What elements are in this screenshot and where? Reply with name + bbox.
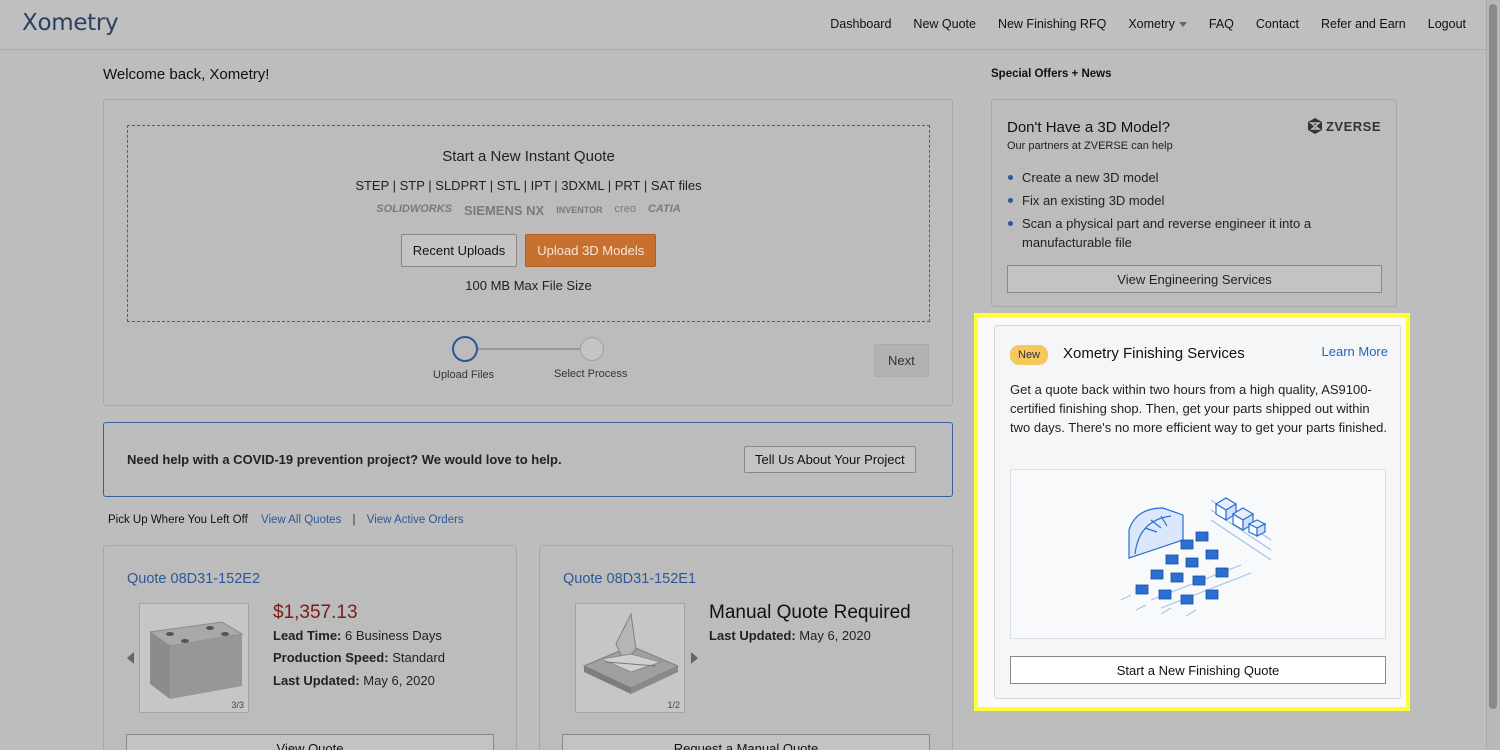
step-select-process-indicator [580, 337, 604, 361]
thumbnail-counter: 3/3 [231, 700, 244, 710]
instant-quote-title: Start a New Instant Quote [442, 148, 615, 165]
bracket-part-icon [582, 612, 680, 694]
creo-logo: creo [614, 203, 636, 215]
nav-xometry-label: Xometry [1128, 17, 1175, 31]
list-item: Create a new 3D model [1007, 168, 1347, 187]
lead-time-label: Lead Time: [273, 628, 342, 643]
nav-faq[interactable]: FAQ [1209, 17, 1234, 31]
step-upload-files-label: Upload Files [433, 369, 495, 381]
lead-time-value: 6 Business Days [345, 628, 442, 643]
quote-card: Quote 08D31-152E2 3/3 $1,357.13 Lead Tim… [103, 545, 517, 750]
pickup-label: Pick Up Where You Left Off [108, 514, 248, 526]
file-dropzone[interactable]: Start a New Instant Quote STEP | STP | S… [127, 125, 930, 322]
upload-buttons: Recent Uploads Upload 3D Models [128, 234, 929, 267]
quote-id-link[interactable]: Quote 08D31-152E2 [127, 571, 260, 587]
next-button[interactable]: Next [874, 344, 929, 377]
nav-contact[interactable]: Contact [1256, 17, 1299, 31]
max-file-size: 100 MB Max File Size [465, 278, 592, 293]
page-scrollbar[interactable] [1486, 0, 1500, 750]
supported-formats: STEP | STP | SLDPRT | STL | IPT | 3DXML … [355, 178, 702, 193]
finishing-services-card: New Xometry Finishing Services Learn Mor… [994, 325, 1401, 699]
pickup-row: Pick Up Where You Left Off View All Quot… [108, 514, 464, 526]
part-thumbnail[interactable]: 3/3 [139, 603, 249, 713]
view-all-quotes-link[interactable]: View All Quotes [261, 514, 341, 526]
learn-more-link[interactable]: Learn More [1322, 344, 1388, 359]
recent-uploads-button[interactable]: Recent Uploads [400, 234, 518, 267]
view-active-orders-link[interactable]: View Active Orders [367, 514, 464, 526]
scrollbar-thumb[interactable] [1489, 4, 1497, 709]
nav-logout[interactable]: Logout [1428, 17, 1466, 31]
zverse-list: Create a new 3D model Fix an existing 3D… [1007, 168, 1347, 256]
quote-card: Quote 08D31-152E1 1/2 Manual Quote Requi… [539, 545, 953, 750]
nav-xometry-dropdown[interactable]: Xometry [1128, 17, 1187, 31]
zverse-subtitle: Our partners at ZVERSE can help [1007, 140, 1173, 152]
quote-id-link[interactable]: Quote 08D31-152E1 [563, 571, 696, 587]
xometry-logo[interactable]: Xometry [22, 10, 119, 36]
last-updated: Last Updated: May 6, 2020 [709, 628, 871, 643]
lead-time: Lead Time: 6 Business Days [273, 628, 442, 643]
catia-logo: CATIA [647, 203, 681, 215]
part-thumbnail[interactable]: 1/2 [575, 603, 685, 713]
tell-us-about-project-button[interactable]: Tell Us About Your Project [744, 446, 916, 473]
nav-new-quote[interactable]: New Quote [913, 17, 976, 31]
siemens-nx-logo: SIEMENS NX [464, 203, 545, 218]
step-upload-files-indicator [452, 336, 478, 362]
nav-new-finishing-rfq[interactable]: New Finishing RFQ [998, 17, 1106, 31]
solidworks-logo: SOLIDWORKS [376, 203, 453, 215]
zverse-logo: ZVERSE [1307, 117, 1381, 135]
chevron-down-icon [1178, 22, 1187, 28]
covid-help-text: Need help with a COVID-19 prevention pro… [127, 452, 562, 467]
nav-refer-and-earn[interactable]: Refer and Earn [1321, 17, 1406, 31]
production-speed-value: Standard [392, 650, 445, 665]
last-updated-value: May 6, 2020 [799, 628, 871, 643]
view-quote-button[interactable]: View Quote [126, 734, 494, 750]
factory-illustration-icon [1120, 497, 1272, 617]
main-nav: Dashboard New Quote New Finishing RFQ Xo… [830, 17, 1466, 31]
chevron-left-icon[interactable] [127, 652, 134, 664]
new-badge: New [1010, 345, 1049, 365]
last-updated-value: May 6, 2020 [363, 673, 435, 688]
finishing-illustration [1010, 469, 1386, 639]
block-part-icon [148, 621, 244, 699]
start-finishing-quote-button[interactable]: Start a New Finishing Quote [1010, 656, 1386, 684]
last-updated: Last Updated: May 6, 2020 [273, 673, 435, 688]
zverse-logo-text: ZVERSE [1325, 118, 1381, 134]
zverse-title: Don't Have a 3D Model? [1007, 119, 1170, 136]
nav-dashboard[interactable]: Dashboard [830, 17, 891, 31]
inventor-logo: INVENTOR [556, 205, 603, 215]
offers-heading: Special Offers + News [991, 68, 1112, 80]
request-manual-quote-button[interactable]: Request a Manual Quote [562, 734, 930, 750]
last-updated-label: Last Updated: [709, 628, 796, 643]
zverse-offer-card: Don't Have a 3D Model? Our partners at Z… [991, 99, 1397, 307]
view-engineering-services-button[interactable]: View Engineering Services [1007, 265, 1382, 293]
instant-quote-panel: Start a New Instant Quote STEP | STP | S… [103, 99, 953, 406]
list-item: Scan a physical part and reverse enginee… [1007, 214, 1347, 252]
top-navigation-bar: Xometry Dashboard New Quote New Finishin… [0, 0, 1500, 50]
finishing-highlight-frame: New Xometry Finishing Services Learn Mor… [974, 313, 1410, 711]
production-speed-label: Production Speed: [273, 650, 389, 665]
cad-logos: SOLIDWORKS SIEMENS NX INVENTOR creo CATI… [128, 203, 929, 218]
manual-quote-status: Manual Quote Required [709, 602, 911, 623]
thumbnail-counter: 1/2 [667, 700, 680, 710]
finishing-description: Get a quote back within two hours from a… [1010, 382, 1388, 435]
welcome-message: Welcome back, Xometry! [103, 66, 270, 83]
production-speed: Production Speed: Standard [273, 650, 445, 665]
stepper-connector [477, 348, 592, 350]
quote-price: $1,357.13 [273, 602, 358, 623]
chevron-right-icon[interactable] [691, 652, 698, 664]
last-updated-label: Last Updated: [273, 673, 360, 688]
finishing-title: Xometry Finishing Services [1063, 345, 1245, 362]
list-item: Fix an existing 3D model [1007, 191, 1347, 210]
pickup-separator: | [352, 514, 356, 526]
covid-help-banner: Need help with a COVID-19 prevention pro… [103, 422, 953, 497]
zverse-cube-icon [1307, 118, 1322, 134]
upload-3d-models-button[interactable]: Upload 3D Models [525, 234, 657, 267]
step-select-process-label: Select Process [554, 368, 628, 380]
